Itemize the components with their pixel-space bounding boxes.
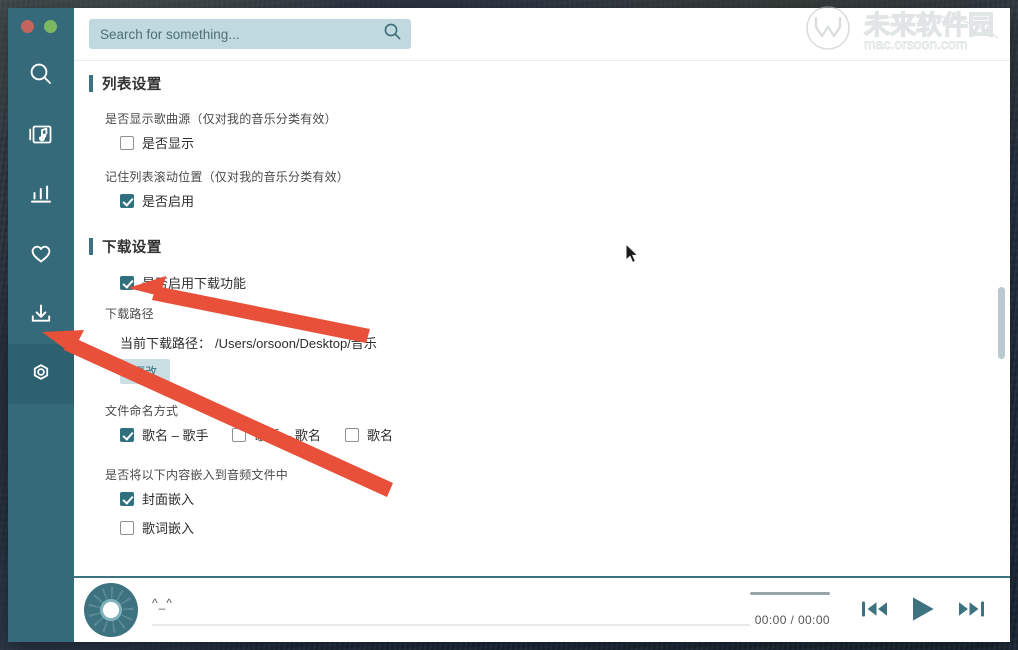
previous-track-button[interactable]	[852, 598, 898, 623]
checkbox-row: 封面嵌入	[120, 489, 984, 508]
play-icon	[907, 594, 939, 627]
checkbox-box[interactable]	[120, 135, 134, 150]
sidebar-item-settings[interactable]	[8, 344, 74, 404]
checkbox-label: 歌名	[366, 428, 393, 443]
sidebar	[8, 8, 74, 642]
heart-icon	[26, 239, 56, 269]
checkbox-box[interactable]	[120, 275, 134, 290]
gear-hexagon-icon	[26, 359, 56, 389]
playback-time: 00:00 / 00:00	[754, 612, 830, 627]
next-track-icon	[957, 598, 985, 623]
main-panel: Search for something... 列表设置 是否显示歌曲源（仅对我…	[74, 8, 1010, 642]
playback-progress-bar[interactable]	[152, 624, 750, 626]
checkbox-enable-download[interactable]: 是否启用下载功能	[120, 273, 246, 292]
download-path-prefix: 当前下载路径：	[120, 336, 212, 351]
checkbox-label: 封面嵌入	[142, 492, 195, 507]
section-header-list-settings: 列表设置	[89, 73, 984, 94]
track-info: ^_^	[152, 583, 750, 637]
checkbox-box[interactable]	[120, 491, 134, 506]
group-label-file-naming: 文件命名方式	[105, 404, 179, 418]
player-bar: ^_^ 00:00 / 00:00	[74, 576, 1010, 642]
checkbox-row: 歌词嵌入	[120, 518, 984, 537]
section-accent-bar	[89, 75, 93, 92]
group-label-embed-content: 是否将以下内容嵌入到音频文件中	[105, 468, 289, 482]
download-path-value: /Users/orsoon/Desktop/音乐	[215, 336, 377, 351]
bar-chart-icon	[27, 180, 55, 208]
download-path-row: 当前下载路径： /Users/orsoon/Desktop/音乐	[120, 333, 984, 352]
checkbox-remember-scroll[interactable]: 是否启用	[120, 191, 194, 210]
sidebar-item-search[interactable]	[8, 44, 74, 104]
search-placeholder: Search for something...	[100, 26, 240, 42]
section-title: 列表设置	[102, 77, 162, 93]
section-header-download-settings: 下载设置	[89, 236, 984, 257]
sidebar-item-favorite[interactable]	[8, 224, 74, 284]
zoom-window-button[interactable]	[44, 19, 57, 33]
change-download-path-button[interactable]: 更改	[120, 359, 171, 384]
checkbox-box[interactable]	[120, 520, 134, 535]
player-controls: 00:00 / 00:00	[750, 583, 994, 637]
search-icon[interactable]	[383, 22, 402, 46]
checkbox-label: 歌词嵌入	[142, 521, 195, 536]
track-title: ^_^	[152, 596, 173, 610]
checkbox-row: 是否显示	[120, 133, 984, 152]
next-track-button[interactable]	[948, 598, 994, 623]
checkbox-name-song-artist[interactable]: 歌名 – 歌手	[120, 425, 208, 444]
checkbox-label: 歌手 – 歌名	[254, 428, 321, 443]
checkbox-box[interactable]	[344, 427, 359, 442]
scrollbar-thumb[interactable]	[998, 287, 1005, 359]
checkbox-box[interactable]	[232, 427, 247, 442]
previous-track-icon	[861, 598, 889, 623]
play-button[interactable]	[898, 594, 948, 627]
window-traffic-lights	[8, 8, 74, 44]
settings-scroll-area[interactable]: 列表设置 是否显示歌曲源（仅对我的音乐分类有效） 是否显示 记住列表滚动位置（仅…	[74, 60, 1010, 576]
close-window-button[interactable]	[21, 19, 34, 33]
checkbox-box[interactable]	[120, 193, 134, 208]
checkbox-name-song[interactable]: 歌名	[344, 425, 393, 444]
sidebar-item-download[interactable]	[8, 284, 74, 344]
sidebar-item-rank[interactable]	[8, 164, 74, 224]
settings-scrollbar[interactable]	[998, 63, 1005, 574]
section-title: 下载设置	[102, 240, 162, 256]
checkbox-row: 是否启用	[120, 191, 984, 210]
group-label-download-path: 下载路径	[105, 307, 154, 321]
volume-slider[interactable]	[750, 591, 830, 595]
music-library-icon	[27, 120, 55, 148]
search-input[interactable]: Search for something...	[89, 19, 411, 49]
sidebar-item-library[interactable]	[8, 104, 74, 164]
group-label-remember-scroll: 记住列表滚动位置（仅对我的音乐分类有效）	[105, 170, 350, 184]
volume-and-time: 00:00 / 00:00	[750, 591, 830, 629]
checkbox-embed-cover[interactable]: 封面嵌入	[120, 489, 194, 508]
checkbox-box[interactable]	[120, 427, 134, 442]
vinyl-disc-icon[interactable]	[84, 583, 138, 637]
checkbox-label: 歌名 – 歌手	[142, 428, 209, 443]
checkbox-show-song-source[interactable]: 是否显示	[120, 133, 194, 152]
checkbox-row: 是否启用下载功能	[120, 273, 984, 292]
search-row: Search for something...	[74, 8, 1010, 60]
checkbox-label: 是否启用下载功能	[142, 276, 247, 291]
section-accent-bar	[89, 238, 93, 255]
checkbox-embed-lyrics[interactable]: 歌词嵌入	[120, 518, 194, 537]
group-label-show-song-source: 是否显示歌曲源（仅对我的音乐分类有效）	[105, 112, 337, 126]
checkbox-label: 是否启用	[142, 194, 195, 209]
checkbox-label: 是否显示	[142, 136, 195, 151]
search-icon	[26, 59, 56, 89]
download-icon	[27, 300, 55, 328]
checkbox-name-artist-song[interactable]: 歌手 – 歌名	[232, 425, 321, 444]
app-window: Search for something... 列表设置 是否显示歌曲源（仅对我…	[8, 8, 1010, 642]
checkbox-row: 歌名 – 歌手 歌手 – 歌名 歌名	[120, 425, 984, 444]
